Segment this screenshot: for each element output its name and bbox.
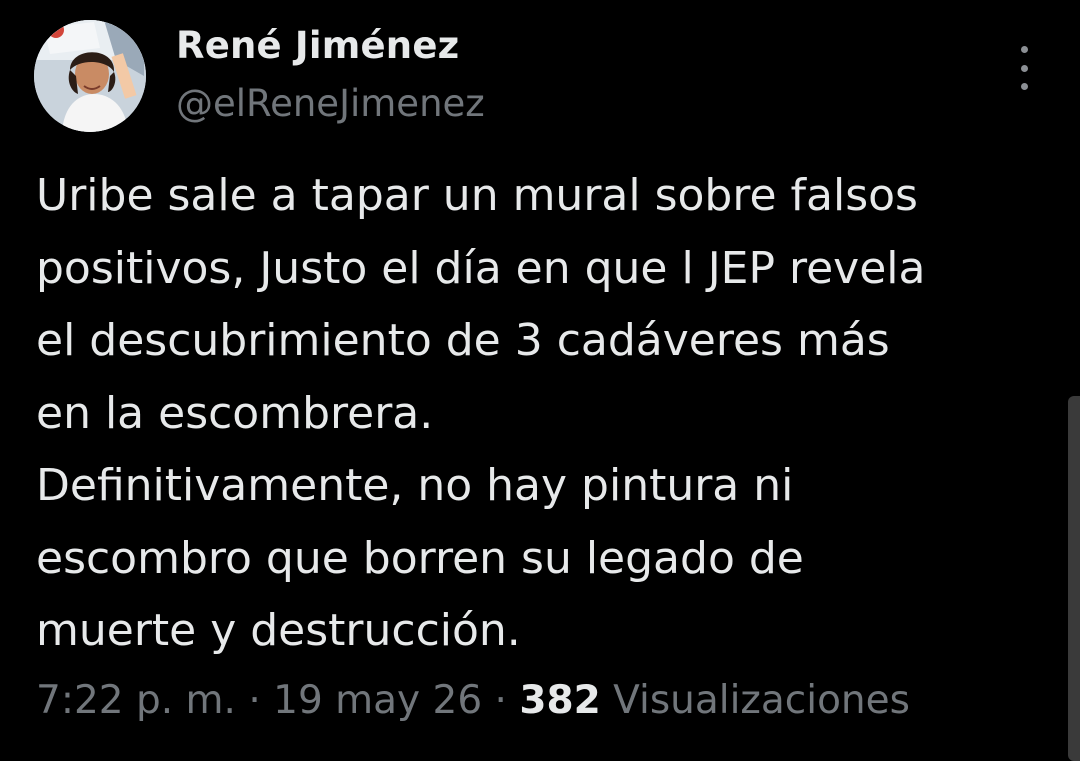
more-dot [1020,83,1028,90]
meta-separator: · [248,678,274,723]
tweet-text: Uribe sale a tapar un mural sobre falsos… [36,160,1056,668]
more-vertical-icon[interactable] [1006,46,1042,90]
author-handle[interactable]: @elReneJimenez [176,82,485,125]
tweet-text-line: muerte y destrucción. [36,605,521,656]
more-dot [1020,64,1028,72]
tweet-text-line: Uribe sale a tapar un mural sobre falsos [36,170,918,221]
tweet-text-line: positivos, Justo el día en que l JEP rev… [36,242,926,294]
more-dot [1020,46,1028,53]
tweet-container: René Jiménez @elReneJimenez Uribe sale a… [0,0,1080,761]
views-label[interactable]: Visualizaciones [601,678,910,723]
meta-separator: · [494,678,520,723]
tweet-text-line: escombro que borren su legado de [36,532,804,584]
avatar-photo [34,20,146,132]
avatar[interactable] [34,20,146,132]
scrollbar[interactable] [1068,396,1080,761]
tweet-text-line: Definitivamente, no hay pintura ni [36,460,794,511]
author-name[interactable]: René Jiménez [176,24,459,67]
tweet-text-line: en la escombrera. [36,387,434,439]
views-count[interactable]: 382 [519,678,600,723]
tweet-time[interactable]: 7:22 p. m. [36,678,236,723]
tweet-text-line: el descubrimiento de 3 cadáveres más [36,315,890,366]
tweet-meta: 7:22 p. m. · 19 may 26 · 382 Visualizaci… [36,678,910,723]
tweet-date[interactable]: 19 may 26 [273,678,482,723]
